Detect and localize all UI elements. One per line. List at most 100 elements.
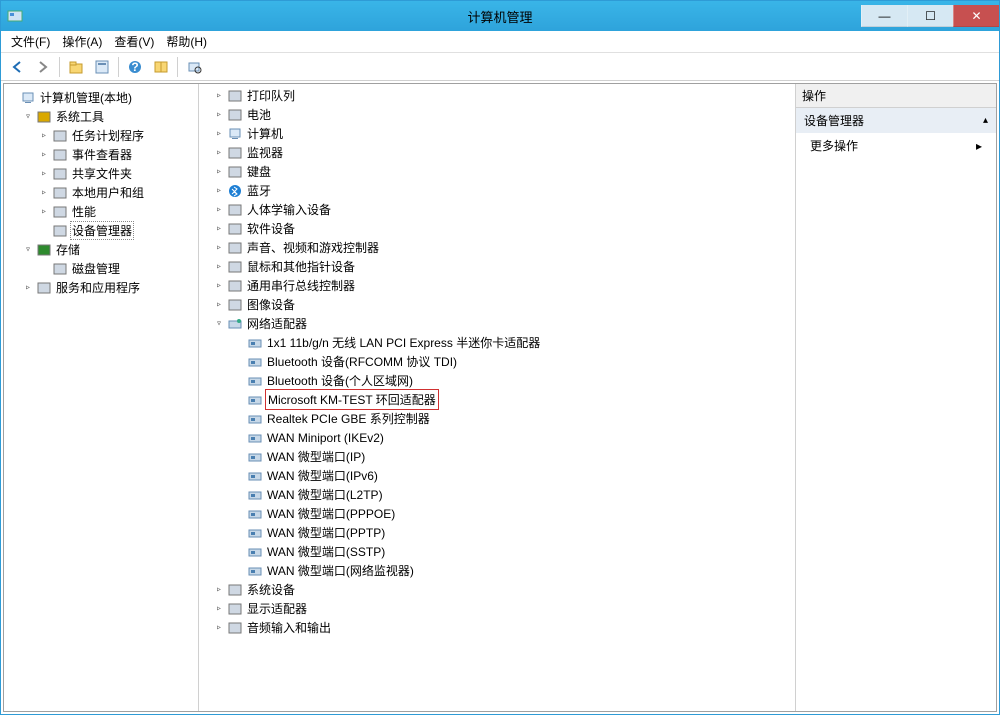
menu-view[interactable]: 查看(V) [108,31,160,52]
left-tree-item[interactable]: ▹ 性能 [6,202,196,221]
expand-icon[interactable]: ▹ [213,223,225,234]
device-tree-item[interactable]: Realtek PCIe GBE 系列控制器 [201,409,793,428]
device-tree-item[interactable]: ▹ 计算机 [201,124,793,143]
tree-item-label: 性能 [70,202,98,221]
left-tree-item[interactable]: ▿存储 [6,240,196,259]
close-button[interactable]: ✕ [953,5,999,27]
left-tree-item[interactable]: ▹事件查看器 [6,145,196,164]
tree-item-label: 通用串行总线控制器 [245,276,357,295]
device-tree-item[interactable]: Bluetooth 设备(个人区域网) [201,371,793,390]
battery-icon [227,107,243,123]
device-tree-item[interactable]: ▹电池 [201,105,793,124]
expand-icon[interactable]: ▿ [213,318,225,329]
left-tree-item[interactable]: 设备管理器 [6,221,196,240]
device-tree-item[interactable]: WAN 微型端口(IPv6) [201,466,793,485]
nic-icon [247,411,263,427]
nic-icon [247,525,263,541]
expand-icon[interactable]: ▹ [213,185,225,196]
expand-icon[interactable]: ▹ [38,187,50,198]
expand-icon[interactable]: ▹ [213,242,225,253]
minimize-button[interactable]: — [861,5,907,27]
scan-button[interactable] [182,55,206,79]
back-button[interactable] [5,55,29,79]
left-tree-item[interactable]: ▿系统工具 [6,107,196,126]
tree-item-label: 网络适配器 [245,314,309,333]
left-tree-item[interactable]: ▹任务计划程序 [6,126,196,145]
device-tree-item[interactable]: ▹鼠标和其他指针设备 [201,257,793,276]
expand-icon[interactable]: ▹ [213,280,225,291]
title-bar: 计算机管理 — ☐ ✕ [1,1,999,31]
expand-icon[interactable]: ▹ [213,584,225,595]
actions-section[interactable]: 设备管理器 ▴ [796,108,996,133]
device-tree-item[interactable]: ▹键盘 [201,162,793,181]
toolbar-divider [59,57,60,77]
device-tree-item[interactable]: ▹人体学输入设备 [201,200,793,219]
expand-icon[interactable]: ▹ [213,109,225,120]
view-button[interactable] [149,55,173,79]
expand-icon[interactable]: ▹ [38,168,50,179]
menu-action[interactable]: 操作(A) [56,31,108,52]
menu-file[interactable]: 文件(F) [5,31,56,52]
device-tree-item[interactable]: ▹软件设备 [201,219,793,238]
expand-icon[interactable]: ▹ [22,282,34,293]
device-tree-item[interactable]: 1x1 11b/g/n 无线 LAN PCI Express 半迷你卡适配器 [201,333,793,352]
device-tree-item[interactable]: ▹ 打印队列 [201,86,793,105]
expand-icon[interactable]: ▹ [38,206,50,217]
expand-icon[interactable]: ▹ [213,261,225,272]
device-tree-item[interactable]: WAN 微型端口(IP) [201,447,793,466]
expand-icon[interactable]: ▹ [213,147,225,158]
expand-icon[interactable]: ▿ [22,244,34,255]
left-tree-item[interactable]: ▹共享文件夹 [6,164,196,183]
device-tree-item[interactable]: ▹显示适配器 [201,599,793,618]
device-tree-item[interactable]: ▹声音、视频和游戏控制器 [201,238,793,257]
expand-icon[interactable]: ▹ [38,130,50,141]
device-tree-item[interactable]: WAN 微型端口(网络监视器) [201,561,793,580]
expand-icon[interactable]: ▹ [213,166,225,177]
device-tree-item[interactable]: ▹图像设备 [201,295,793,314]
toolbar: ? [1,53,999,81]
left-tree-item[interactable]: ▹服务和应用程序 [6,278,196,297]
device-tree-item[interactable]: ▹ 音频输入和输出 [201,618,793,637]
toolbar-divider [177,57,178,77]
device-tree-item[interactable]: WAN 微型端口(PPPOE) [201,504,793,523]
left-tree-item[interactable]: 计算机管理(本地) [6,88,196,107]
nic-icon [247,354,263,370]
bluetooth-icon [227,183,243,199]
help-button[interactable]: ? [123,55,147,79]
tree-item-label: 打印队列 [245,86,297,105]
device-tree-item[interactable]: ▹监视器 [201,143,793,162]
left-tree-item[interactable]: 磁盘管理 [6,259,196,278]
tree-item-label: 计算机 [245,124,285,143]
device-tree-item[interactable]: ▹ 通用串行总线控制器 [201,276,793,295]
left-tree-item[interactable]: ▹本地用户和组 [6,183,196,202]
device-tree-item[interactable]: Bluetooth 设备(RFCOMM 协议 TDI) [201,352,793,371]
computer-icon [227,126,243,142]
left-tree-pane[interactable]: 计算机管理(本地)▿系统工具▹任务计划程序▹事件查看器▹共享文件夹▹本地用户和组… [4,84,199,711]
device-tree-item[interactable]: WAN 微型端口(PPTP) [201,523,793,542]
device-tree-item[interactable]: WAN Miniport (IKEv2) [201,428,793,447]
tree-item-label: 音频输入和输出 [245,618,333,637]
expand-icon[interactable]: ▹ [213,90,225,101]
device-tree-item[interactable]: Microsoft KM-TEST 环回适配器 [201,390,793,409]
expand-icon[interactable]: ▹ [213,128,225,139]
expand-icon[interactable]: ▹ [213,299,225,310]
device-tree-item[interactable]: ▹系统设备 [201,580,793,599]
properties-button[interactable] [90,55,114,79]
device-tree-item[interactable]: ▿ 网络适配器 [201,314,793,333]
expand-icon[interactable]: ▹ [213,622,225,633]
device-tree-item[interactable]: ▹蓝牙 [201,181,793,200]
expand-icon[interactable]: ▿ [22,111,34,122]
up-button[interactable] [64,55,88,79]
forward-button[interactable] [31,55,55,79]
clock-icon [52,128,68,144]
menu-help[interactable]: 帮助(H) [160,31,213,52]
device-tree-item[interactable]: WAN 微型端口(L2TP) [201,485,793,504]
more-actions-item[interactable]: 更多操作 ▸ [796,133,996,158]
nic-icon [247,373,263,389]
expand-icon[interactable]: ▹ [213,204,225,215]
expand-icon[interactable]: ▹ [213,603,225,614]
device-tree-item[interactable]: WAN 微型端口(SSTP) [201,542,793,561]
tree-item-label: WAN 微型端口(IPv6) [265,466,380,485]
expand-icon[interactable]: ▹ [38,149,50,160]
maximize-button[interactable]: ☐ [907,5,953,27]
